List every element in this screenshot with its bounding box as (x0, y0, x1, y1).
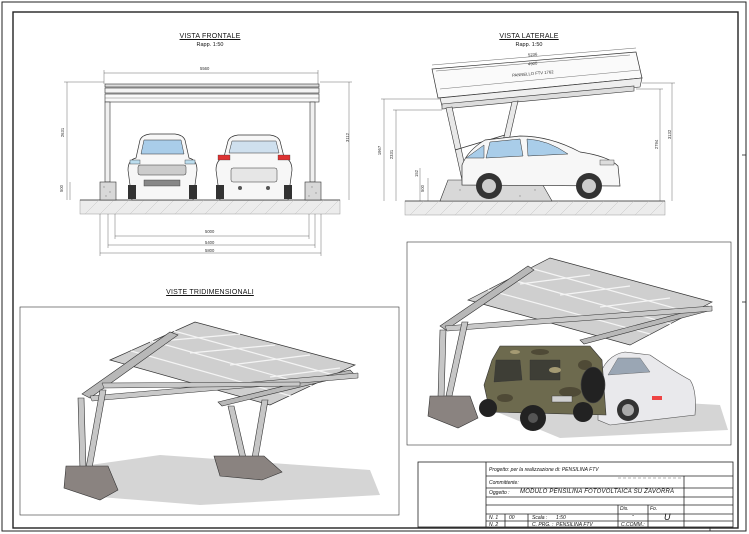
title-block-code-label: C. PRG. : (532, 522, 554, 528)
dim-side-right-height: 3132 (667, 129, 673, 140)
three-d-military-car (479, 345, 607, 431)
title-block-object-label: Oggetto : (489, 490, 510, 496)
title-block-object-value: MODULO PENSILINA FOTOVOLTAICA SU ZAVORRA (520, 489, 675, 495)
dim-side-right-inner: 2794 (654, 139, 660, 150)
title-block-project: Progetto: per la realizzazione di: PENSI… (489, 467, 599, 473)
drawing-canvas (1, 1, 747, 532)
title-block-fo-value: U (664, 512, 671, 522)
dim-front-top: 5560 (200, 66, 210, 71)
title-block-fo-label: Fo. (650, 506, 658, 512)
dim-side-small-2: 500 (420, 185, 425, 192)
drawing-sheet: VISTA FRONTALE Rapp. 1:50 VISTA LATERALE… (0, 0, 749, 534)
dim-front-width-inner: 5000 (205, 229, 215, 234)
title-block-scale-value: 1:50 (556, 515, 566, 521)
dim-side-left-height: 1967 (377, 145, 383, 156)
front-view-title: VISTA FRONTALE (179, 33, 241, 40)
side-view-scale: Rapp. 1:50 (515, 42, 543, 48)
dim-side-left-inner: 2331 (389, 149, 395, 160)
dim-front-right-height: 3112 (345, 132, 351, 143)
three-d-view-right (427, 257, 728, 438)
title-block-drawing-no-value: 00 (509, 515, 515, 521)
title-block-dis-label: Dis. (620, 506, 629, 512)
title-block-drawing-no2-label: N. 2 (489, 522, 499, 528)
dim-side-top: 5236 (527, 51, 538, 58)
front-car-left (127, 133, 198, 201)
three-d-white-car (597, 351, 696, 426)
title-block-scale-label: Scala : (532, 515, 548, 521)
dim-side-small-1: 152 (414, 170, 419, 177)
three-d-view-left (63, 321, 380, 505)
title-block-comm-label: C.COMM.: (621, 522, 645, 528)
title-block-dis-value: - (632, 513, 635, 519)
front-view-scale: Rapp. 1:50 (196, 42, 224, 48)
front-car-right (215, 134, 293, 201)
title-block-code-value: PENSILINA FTV (556, 522, 593, 528)
three-d-view-title: VISTE TRIDIMENSIONALI (166, 289, 254, 296)
side-view-title: VISTA LATERALE (499, 33, 559, 40)
dim-front-width-outer: 5800 (205, 248, 215, 253)
title-block-client: Committente: (489, 480, 519, 486)
dim-front-width-mid: 5400 (205, 240, 215, 245)
dim-front-base: 500 (59, 185, 64, 192)
dim-front-left-height: 2631 (60, 127, 66, 138)
title-block-drawing-no-label: N. 1 (489, 515, 499, 521)
dim-side-second: 4900 (527, 60, 538, 67)
